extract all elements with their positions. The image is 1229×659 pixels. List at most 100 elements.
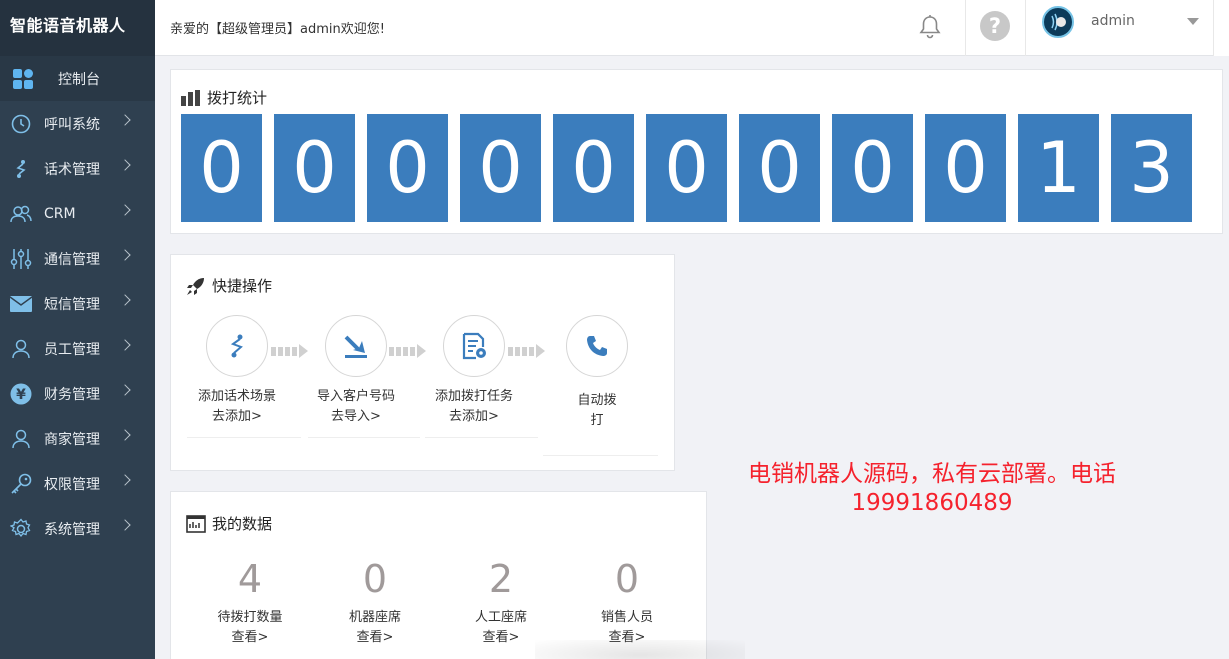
chevron-right-icon — [119, 204, 131, 216]
stat-human-seats: 2 人工座席 查看> — [441, 554, 561, 648]
promo-overlay-text: 电销机器人源码，私有云部署。电话 19991860489 — [731, 460, 1133, 518]
quick-op-label: 添加拨打任务 — [434, 389, 513, 404]
panel-title: 快捷操作 — [186, 275, 272, 296]
quick-op-label: 添加话术场景 — [197, 389, 276, 404]
sidebar-item-staff[interactable]: 员工管理 — [0, 326, 155, 371]
sidebar-item-merchant[interactable]: 商家管理 — [0, 416, 155, 461]
sidebar-item-label: 权限管理 — [44, 476, 100, 493]
counter-digit: 0 — [553, 114, 634, 222]
username[interactable]: admin — [1091, 13, 1135, 29]
user-icon — [10, 338, 32, 360]
dashboard-icon — [12, 68, 34, 90]
view-link[interactable]: 查看> — [190, 628, 310, 648]
sidebar-item-system[interactable]: 系统管理 — [0, 506, 155, 551]
scrollbar[interactable] — [1213, 0, 1229, 56]
promo-phone: 19991860489 — [851, 490, 1013, 516]
task-settings-icon — [443, 315, 505, 377]
sidebar-item-label: CRM — [44, 205, 76, 222]
view-link[interactable]: 查看> — [315, 628, 435, 648]
sidebar-item-communication[interactable]: 通信管理 — [0, 236, 155, 281]
stat-label: 机器座席 — [348, 610, 401, 625]
sidebar: 智能语音机器人 控制台 呼叫系统 话术管理 CRM 通信管理 短信管理 员工管理… — [0, 0, 155, 659]
help-icon[interactable]: ? — [980, 11, 1010, 41]
chevron-down-icon[interactable] — [1187, 18, 1199, 25]
sidebar-item-label: 呼叫系统 — [44, 116, 100, 133]
top-header: 亲爱的【超级管理员】admin欢迎您! ? admin — [155, 0, 1229, 56]
key-icon — [10, 473, 32, 495]
sidebar-item-label: 短信管理 — [44, 296, 100, 313]
divider — [308, 437, 420, 438]
rocket-icon — [186, 276, 206, 296]
avatar[interactable] — [1042, 6, 1074, 38]
sidebar-item-script[interactable]: 话术管理 — [0, 146, 155, 191]
chevron-right-icon — [119, 429, 131, 441]
quick-ops-panel: 快捷操作 添加话术场景 去添加> 导入客户号码 去导入> 添加拨打任务 去添加>… — [170, 254, 675, 471]
counter-digit: 0 — [646, 114, 727, 222]
flow-icon — [206, 315, 268, 377]
counter-digit: 1 — [1018, 114, 1099, 222]
envelope-icon — [10, 293, 32, 315]
quick-op-action[interactable]: 去添加> — [419, 407, 529, 427]
stat-value: 0 — [614, 557, 640, 601]
chevron-right-icon — [119, 294, 131, 306]
divider — [543, 455, 658, 456]
shadow-decoration — [535, 640, 745, 659]
users-icon — [10, 203, 32, 225]
sidebar-item-label: 控制台 — [58, 71, 100, 88]
sidebar-item-crm[interactable]: CRM — [0, 191, 155, 236]
stat-value: 2 — [488, 557, 514, 601]
chevron-right-icon — [119, 159, 131, 171]
counter-digit: 0 — [460, 114, 541, 222]
chevron-right-icon — [119, 249, 131, 261]
quick-op-label: 导入客户号码 — [316, 389, 395, 404]
svg-text:¥: ¥ — [16, 387, 26, 403]
counter-digit: 0 — [832, 114, 913, 222]
quick-op-import-numbers[interactable]: 导入客户号码 去导入> — [301, 315, 411, 427]
chevron-right-icon — [119, 519, 131, 531]
counter-digit: 0 — [925, 114, 1006, 222]
yuan-icon: ¥ — [10, 383, 32, 405]
quick-op-action[interactable]: 去添加> — [182, 407, 292, 427]
sidebar-item-label: 话术管理 — [44, 161, 100, 178]
sidebar-item-finance[interactable]: ¥ 财务管理 — [0, 371, 155, 416]
stat-pending-calls: 4 待拨打数量 查看> — [190, 554, 310, 648]
phone-icon — [566, 315, 628, 377]
sidebar-item-permission[interactable]: 权限管理 — [0, 461, 155, 506]
welcome-text: 亲爱的【超级管理员】admin欢迎您! — [170, 22, 385, 37]
app-logo: 智能语音机器人 — [0, 0, 155, 56]
stat-sales-staff: 0 销售人员 查看> — [567, 554, 687, 648]
sidebar-item-call-system[interactable]: 呼叫系统 — [0, 101, 155, 146]
gear-icon — [10, 518, 32, 540]
divider — [425, 437, 538, 438]
header-divider — [1025, 0, 1026, 56]
quick-op-add-script[interactable]: 添加话术场景 去添加> — [182, 315, 292, 427]
sidebar-item-sms[interactable]: 短信管理 — [0, 281, 155, 326]
stat-label: 待拨打数量 — [217, 610, 283, 625]
chevron-right-icon — [119, 474, 131, 486]
bar-chart-icon — [181, 89, 201, 106]
dial-stats-panel: 拨打统计 0 0 0 0 0 0 0 0 0 1 3 — [170, 69, 1223, 234]
monitor-icon — [186, 514, 206, 533]
counter-digit: 3 — [1111, 114, 1192, 222]
quick-op-action[interactable]: 打 — [542, 411, 652, 431]
sidebar-item-dashboard[interactable]: 控制台 — [0, 56, 155, 101]
step-arrow — [508, 344, 545, 358]
divider — [187, 437, 301, 438]
stat-label: 人工座席 — [474, 610, 527, 625]
bell-icon[interactable] — [917, 14, 943, 40]
quick-op-label: 自动拨 — [577, 393, 617, 408]
panel-title: 拨打统计 — [181, 87, 267, 108]
quick-op-add-task[interactable]: 添加拨打任务 去添加> — [419, 315, 529, 427]
dial-counter: 0 0 0 0 0 0 0 0 0 1 3 — [181, 114, 1192, 222]
my-data-panel: 我的数据 4 待拨打数量 查看> 0 机器座席 查看> 2 人工座席 查看> 0… — [170, 491, 707, 659]
counter-digit: 0 — [181, 114, 262, 222]
user-icon — [10, 428, 32, 450]
import-icon — [325, 315, 387, 377]
quick-op-auto-dial[interactable]: 自动拨 打 — [542, 315, 652, 431]
sliders-icon — [10, 248, 32, 270]
counter-digit: 0 — [739, 114, 820, 222]
stat-value: 0 — [362, 557, 388, 601]
sidebar-item-label: 员工管理 — [44, 341, 100, 358]
quick-op-action[interactable]: 去导入> — [301, 407, 411, 427]
header-divider — [965, 0, 966, 56]
